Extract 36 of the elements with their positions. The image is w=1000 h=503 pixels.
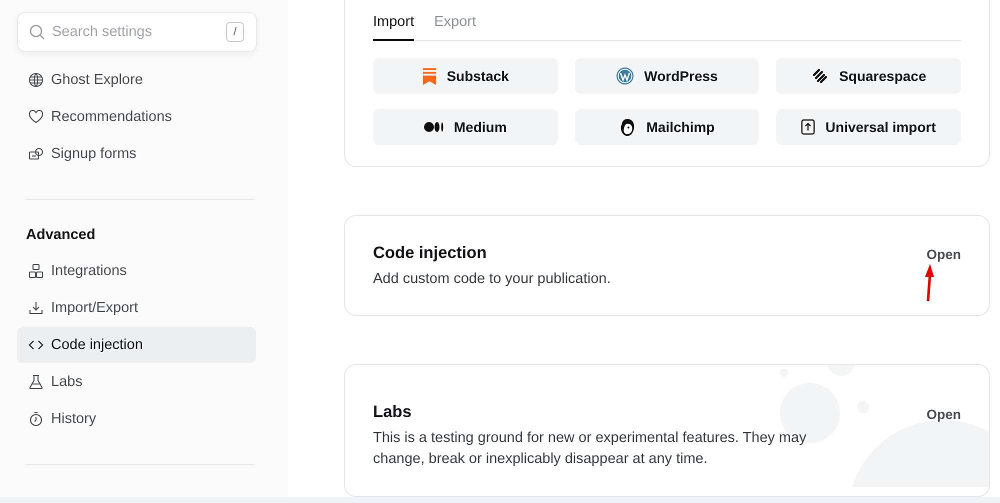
sidebar-item[interactable]: Ghost Explore — [17, 62, 256, 98]
sidebar-item[interactable]: Recommendations — [17, 99, 256, 135]
sidebar-item[interactable]: Signup forms — [17, 136, 256, 172]
search-icon — [29, 24, 45, 40]
import-source-button[interactable]: Medium — [373, 109, 558, 145]
card-title: Code injection — [373, 244, 488, 263]
tab[interactable]: Import — [373, 14, 414, 41]
open-link[interactable]: Open — [926, 246, 961, 264]
import-source-button[interactable]: Mailchimp — [574, 109, 760, 145]
sidebar-item[interactable]: Import/Export — [17, 290, 256, 326]
import-source-button[interactable]: Universal import — [776, 109, 961, 145]
form-icon — [28, 146, 44, 162]
wordpress-logo-icon — [616, 67, 634, 85]
blocks-icon — [28, 263, 44, 279]
upload-file-icon — [801, 119, 816, 135]
medium-logo-icon — [424, 121, 444, 133]
sidebar-item[interactable]: Labs — [17, 364, 256, 400]
section-heading: Advanced — [25, 227, 96, 243]
download-icon — [28, 300, 44, 316]
card-description: Add custom code to your publication. — [373, 270, 611, 289]
import-source-button[interactable]: Substack — [373, 58, 558, 94]
open-link[interactable]: Open — [926, 405, 961, 424]
squarespace-logo-icon — [811, 67, 830, 85]
card-title: Labs — [373, 403, 413, 422]
bookmark-icon — [422, 68, 437, 84]
sidebar-item[interactable]: Integrations — [17, 253, 256, 289]
history-icon — [28, 411, 44, 427]
sidebar-item[interactable]: Code injection — [17, 327, 256, 363]
globe-icon — [28, 72, 44, 88]
import-source-button[interactable]: WordPress — [574, 58, 760, 94]
shortcut-key: / — [226, 22, 244, 42]
flask-icon — [28, 374, 44, 390]
import-source-button[interactable]: Squarespace — [776, 58, 961, 94]
heart-icon — [28, 109, 44, 125]
sidebar-item[interactable]: History — [17, 401, 256, 437]
card-description: This is a testing ground for new or experimental features. They may change, break or inexplicably disappear at any time. — [373, 429, 808, 470]
